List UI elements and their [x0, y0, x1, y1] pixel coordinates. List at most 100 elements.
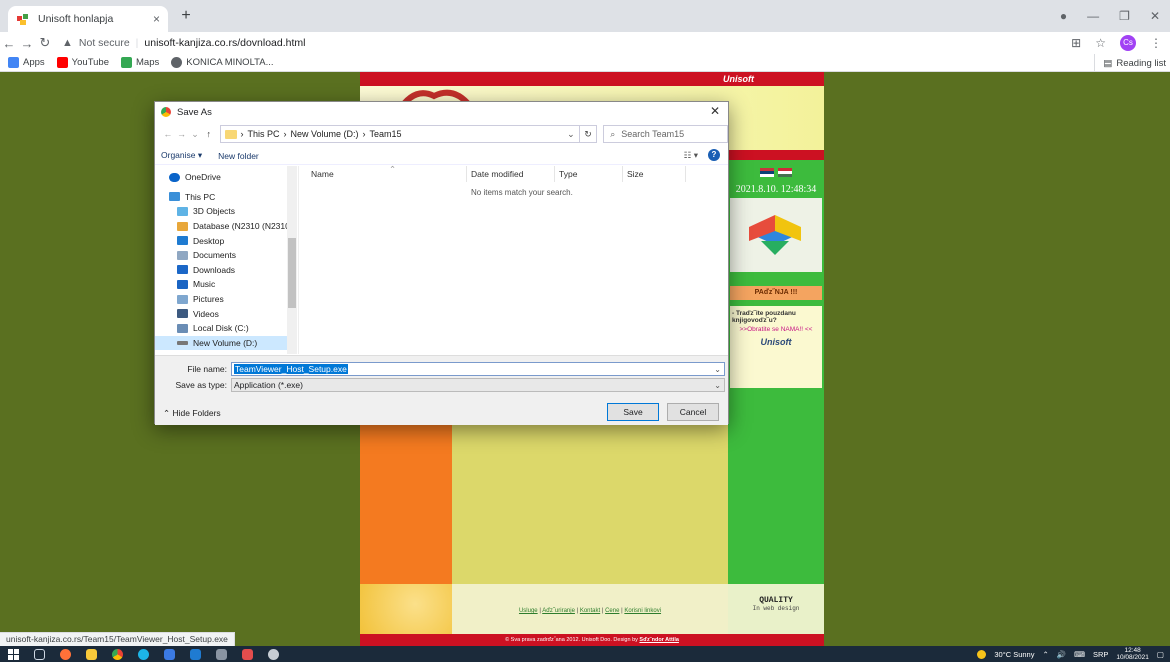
terminal-icon[interactable]: [208, 646, 234, 662]
ad-title: - Traďz˝ite pouzdanu knjigovoďz˝u?: [732, 310, 796, 324]
footer-link-azuriranje[interactable]: Aďz˝uriranje: [542, 608, 575, 614]
ad-box[interactable]: - Traďz˝ite pouzdanu knjigovoďz˝u? >>Obr…: [730, 306, 822, 388]
new-tab-button[interactable]: +: [176, 6, 196, 26]
status-bar-url: unisoft-kanjiza.co.rs/Team15/TeamViewer_…: [0, 632, 235, 646]
teamviewer-icon[interactable]: [234, 646, 260, 662]
edge-icon[interactable]: [130, 646, 156, 662]
nav-item-pictures[interactable]: Pictures: [155, 292, 297, 307]
restore-icon[interactable]: ❐: [1119, 9, 1130, 23]
chrome-icon[interactable]: [104, 646, 130, 662]
window-close-icon[interactable]: ✕: [1150, 9, 1160, 23]
warning-icon[interactable]: ▲: [62, 37, 73, 49]
refresh-icon[interactable]: ↻: [579, 125, 598, 143]
path-dropdown-icon[interactable]: ⌄: [567, 129, 579, 140]
reload-icon[interactable]: ↻: [36, 35, 54, 51]
mail-icon[interactable]: [182, 646, 208, 662]
footer-link-korisni[interactable]: Korisni linkovi: [624, 608, 661, 614]
nav-item-new-volume[interactable]: New Volume (D:): [155, 335, 297, 351]
column-headers: Name ⌃ Date modified Type Size: [299, 164, 729, 182]
dialog-back-icon[interactable]: ←: [161, 129, 175, 139]
column-date-modified[interactable]: Date modified: [471, 169, 523, 179]
save-type-select[interactable]: Application (*.exe) ⌄: [231, 378, 725, 392]
file-name-value[interactable]: TeamViewer_Host_Setup.exe: [234, 364, 348, 374]
ad-cta[interactable]: >>Obratite se NAMA!! <<: [732, 326, 820, 333]
hide-folders-button[interactable]: ⌃ Hide Folders: [163, 408, 221, 419]
weather-text[interactable]: 30°C Sunny: [994, 650, 1034, 659]
dialog-up-icon[interactable]: ↑: [202, 129, 216, 139]
browser-tab[interactable]: Unisoft honlapja ×: [8, 6, 168, 32]
store-icon[interactable]: [156, 646, 182, 662]
reading-list-button[interactable]: ▤ Reading list: [1094, 54, 1166, 72]
nav-item-desktop[interactable]: Desktop: [155, 233, 297, 248]
bookmark-youtube[interactable]: YouTube: [56, 57, 109, 68]
minimize-icon[interactable]: —: [1087, 9, 1099, 23]
tab-search-icon[interactable]: ●: [1060, 9, 1067, 23]
column-type[interactable]: Type: [559, 169, 577, 179]
file-explorer-icon[interactable]: [78, 646, 104, 662]
file-name-input[interactable]: TeamViewer_Host_Setup.exe ⌄: [231, 362, 725, 376]
nav-scrollbar[interactable]: [287, 166, 297, 354]
organise-button[interactable]: Organise ▾: [161, 150, 202, 161]
settings-icon[interactable]: [260, 646, 286, 662]
nav-item-database[interactable]: Database (N2310 (N2310)): [155, 219, 297, 234]
save-button[interactable]: Save: [607, 403, 659, 421]
new-folder-button[interactable]: New folder: [218, 151, 259, 161]
file-name-label: File name:: [187, 364, 227, 374]
back-icon[interactable]: ←: [0, 36, 18, 51]
address-bar[interactable]: ▲ Not secure | unisoft-kanjiza.co.rs/dov…: [62, 33, 306, 53]
tray-chevron-icon[interactable]: ⌃: [1042, 650, 1048, 659]
profile-avatar[interactable]: Cs: [1120, 35, 1136, 51]
save-type-dropdown-icon[interactable]: ⌄: [714, 381, 724, 390]
file-name-dropdown-icon[interactable]: ⌄: [714, 365, 724, 374]
footer-link-kontakt[interactable]: Kontakt: [580, 608, 600, 614]
column-name[interactable]: Name: [311, 169, 334, 179]
language-indicator[interactable]: SRP: [1093, 650, 1108, 659]
dialog-close-icon[interactable]: ✕: [710, 104, 720, 118]
column-size[interactable]: Size: [627, 169, 644, 179]
url-text[interactable]: unisoft-kanjiza.co.rs/dovnload.html: [144, 37, 305, 49]
menu-kebab-icon[interactable]: ⋮: [1150, 36, 1162, 50]
nav-item-3d-objects[interactable]: 3D Objects: [155, 204, 297, 219]
firefox-icon[interactable]: [52, 646, 78, 662]
nav-item-onedrive[interactable]: OneDrive: [155, 170, 297, 185]
nav-item-local-disk[interactable]: Local Disk (C:): [155, 321, 297, 336]
bookmark-maps[interactable]: Maps: [121, 57, 159, 68]
windows-start-icon[interactable]: [0, 646, 26, 662]
view-options-icon[interactable]: ☷ ▾: [684, 150, 698, 161]
translate-icon[interactable]: ⊞: [1071, 36, 1081, 50]
nav-item-downloads[interactable]: Downloads: [155, 263, 297, 278]
news-bar[interactable]: PAďz˝NJA !!!: [730, 286, 822, 300]
dialog-forward-icon[interactable]: →: [175, 129, 189, 139]
help-icon[interactable]: ?: [708, 149, 720, 161]
nav-item-videos[interactable]: Videos: [155, 306, 297, 321]
dialog-title-bar[interactable]: Save As: [155, 102, 728, 122]
nav-item-documents[interactable]: Documents: [155, 248, 297, 263]
footer-link-cene[interactable]: Cene: [605, 608, 619, 614]
tab-close-icon[interactable]: ×: [153, 12, 160, 26]
ime-icon[interactable]: ⌨: [1074, 650, 1085, 659]
scrollbar-thumb[interactable]: [288, 238, 296, 308]
path-breadcrumb[interactable]: › This PC › New Volume (D:) › Team15 ⌄: [219, 125, 580, 143]
desktop-icon: [177, 236, 188, 246]
bookmark-apps[interactable]: Apps: [8, 57, 45, 68]
designer-link[interactable]: Sďz˝ndor Attila: [639, 637, 679, 643]
task-view-icon[interactable]: [26, 646, 52, 662]
breadcrumb-new-volume[interactable]: New Volume (D:): [291, 129, 359, 139]
quality-title: QUALITY: [759, 596, 793, 605]
volume-icon[interactable]: 🔊: [1057, 650, 1066, 659]
footer-link-usluge[interactable]: Usluge: [519, 608, 538, 614]
breadcrumb-this-pc[interactable]: This PC: [248, 129, 280, 139]
notifications-icon[interactable]: ▢: [1157, 650, 1164, 659]
breadcrumb-team15[interactable]: Team15: [370, 129, 402, 139]
dialog-recent-icon[interactable]: ⌄: [188, 129, 202, 140]
search-input[interactable]: ⌕ Search Team15: [603, 125, 729, 143]
nav-item-music[interactable]: Music: [155, 277, 297, 292]
bookmark-star-icon[interactable]: ☆: [1095, 36, 1106, 50]
serbian-flag-icon[interactable]: [760, 168, 774, 177]
bookmark-konica[interactable]: KONICA MINOLTA...: [171, 57, 274, 68]
nav-item-this-pc[interactable]: This PC: [155, 190, 297, 205]
forward-icon[interactable]: →: [18, 36, 36, 51]
cancel-button[interactable]: Cancel: [667, 403, 719, 421]
hungarian-flag-icon[interactable]: [778, 168, 792, 177]
clock[interactable]: 12:48 10/08/2021: [1116, 647, 1149, 661]
